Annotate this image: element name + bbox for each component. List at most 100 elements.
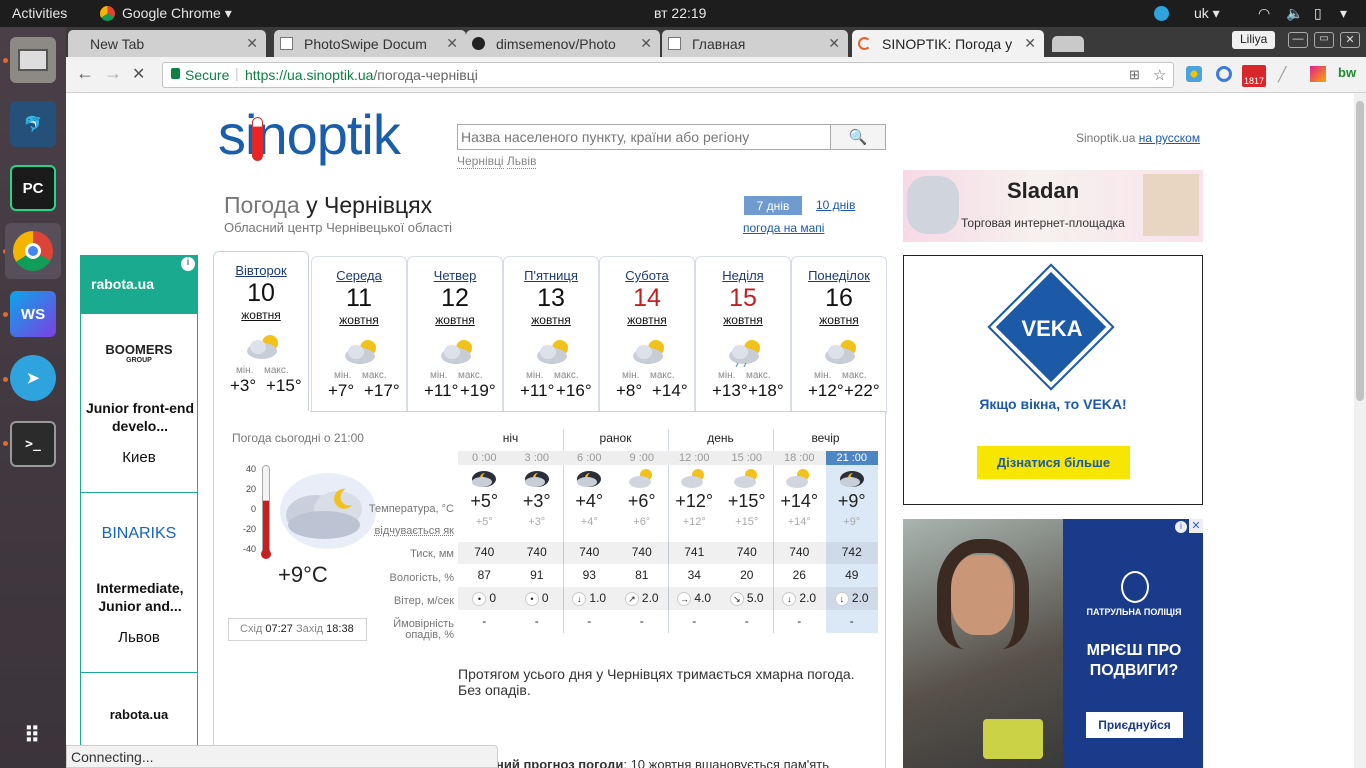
window-close-button[interactable]: ✕ [1340, 32, 1360, 48]
telegram-launcher-icon[interactable]: ➤ [10, 355, 56, 401]
job2-title[interactable]: Intermediate, Junior and... [85, 579, 195, 615]
close-icon[interactable]: ✕ [446, 35, 458, 52]
address-bar[interactable]: Secure | https://ua.sinoptik.ua/погода-ч… [162, 62, 1174, 88]
cloud-sun-icon [733, 469, 757, 488]
battery-icon[interactable]: ▯ [1314, 5, 1322, 22]
power-menu-icon[interactable]: ▾ [1340, 5, 1347, 22]
hour-pressure: 742 [841, 545, 862, 559]
wind-direction-icon: ↗ [624, 592, 639, 606]
running-indicator [3, 312, 8, 317]
tab-new-tab[interactable]: New Tab ✕ [68, 30, 266, 57]
binariks-logo: BINARIKS [81, 525, 197, 543]
profile-badge[interactable]: Liliya [1232, 31, 1276, 49]
sunrise-time: 07:27 [265, 623, 293, 635]
app-menu[interactable]: Google Chrome ▾ [122, 5, 232, 22]
scale-tick: -20 [242, 524, 256, 534]
bookmark-star-icon[interactable]: ☆ [1153, 66, 1166, 84]
webstorm-icon[interactable]: WS [10, 291, 56, 337]
wind-speed: 1.0 [589, 591, 607, 605]
humidity-label: Вологість, % [389, 572, 455, 584]
hour-label: 3 :00 [524, 452, 549, 464]
translate-icon[interactable]: ⊞ [1129, 67, 1140, 83]
day-tab-1[interactable]: Вівторок 10 жовтня мін. макс. +3° +15° [213, 251, 309, 415]
bottom-teaser: ний прогноз погоди: 10 жовтня вшановуєть… [496, 757, 829, 768]
hour-precip: - [534, 614, 539, 628]
veka-ad[interactable]: VEKA Якщо вікна, то VEKA! Дізнатися біль… [903, 255, 1203, 505]
files-app-icon[interactable] [10, 37, 56, 83]
rabota-ad[interactable]: rabota.ua i BOOMERS GROUP Junior front-en… [80, 255, 198, 768]
tab-glavnaya[interactable]: Главная ✕ [662, 30, 848, 57]
min-label: мін. [334, 370, 352, 381]
browser-toolbar: ← → ✕ Secure | https://ua.sinoptik.ua/по… [66, 57, 1366, 93]
extension-icon[interactable] [1310, 66, 1326, 82]
wind-direction-icon: • [524, 592, 539, 606]
chrome-launcher-icon[interactable] [5, 223, 61, 279]
minimize-button[interactable]: — [1288, 32, 1308, 48]
precip-label-2: опадів, % [405, 629, 454, 641]
ad-info-icon[interactable]: i [181, 257, 195, 271]
day-month: жовтня [241, 308, 281, 322]
pen-extension-icon[interactable]: ╱ [1278, 66, 1296, 82]
clock[interactable]: вт 22:19 [654, 5, 706, 21]
close-icon[interactable]: ✕ [640, 35, 652, 52]
tab-strip: New Tab ✕ PhotoSwipe Docum ✕ dimsemenov/Ph… [66, 27, 1366, 57]
mail-extension-icon[interactable]: 1817 [1242, 65, 1266, 87]
rabota-logo-text: rabota.ua [91, 276, 155, 292]
wifi-icon[interactable]: ◠ [1258, 5, 1270, 22]
pycharm-icon[interactable]: PC [10, 165, 56, 211]
close-icon[interactable]: ✕ [828, 35, 840, 52]
feels-like-label[interactable]: відчувається як [375, 525, 454, 537]
current-weather-caption: Погода сьогодні о 21:00 [232, 431, 364, 445]
language-indicator[interactable]: uk ▾ [1194, 5, 1220, 22]
tab-sinoptik[interactable]: SINOPTIK: Погода у ✕ [852, 30, 1044, 57]
new-tab-button[interactable] [1052, 36, 1084, 52]
thermometer-icon [262, 465, 270, 557]
web-page: sinoptik Назва населеного пункту, країни… [66, 93, 1354, 768]
police-ad[interactable]: i ✕ ПАТРУЛЬНА ПОЛІЦІЯ МРІЄШ ПРО ПОДВИГИ?… [903, 519, 1203, 768]
cloud-sun-icon [786, 469, 809, 488]
russian-version-link[interactable]: на русском [1139, 131, 1200, 145]
forward-button[interactable]: → [104, 63, 122, 84]
document-icon [280, 37, 293, 50]
hour-label: 6 :00 [577, 452, 602, 464]
extension-icon[interactable] [1216, 66, 1232, 82]
stop-loading-button[interactable]: ✕ [132, 64, 145, 84]
police-join-button[interactable]: Приєднуйся [1086, 712, 1183, 738]
rabota-logo: rabota.ua [81, 256, 197, 314]
hour-wind: ↓ 2.0 [773, 591, 826, 606]
volume-icon[interactable]: 🔈 [1286, 5, 1303, 22]
activities-button[interactable]: Activities [12, 5, 67, 21]
close-icon[interactable]: ✕ [246, 35, 258, 52]
hour-label: 18 :00 [783, 452, 815, 464]
page-scrollbar[interactable] [1354, 93, 1366, 768]
hour-pressure: 740 [579, 545, 600, 559]
job1-city: Киев [122, 449, 156, 466]
running-indicator [3, 58, 8, 63]
veka-logo: VEKA [1021, 316, 1083, 341]
telegram-tray-icon[interactable] [1154, 6, 1169, 21]
sladan-ad[interactable]: Sladan Торговая интернет-площадка [903, 170, 1203, 242]
hour-feels-like: +4° [580, 516, 598, 528]
tab-github[interactable]: dimsemenov/Photo ✕ [466, 30, 660, 57]
launcher-dock: 🐬 PC WS ➤ >_ ⠿ [0, 27, 66, 768]
job2-company: BINARIKS [101, 525, 177, 542]
extension-icon[interactable]: bw [1338, 65, 1356, 80]
back-button[interactable]: ← [76, 63, 94, 84]
ad-close-icon[interactable]: ✕ [1189, 519, 1203, 533]
period-header: вечір [811, 431, 840, 445]
ad-info-icon[interactable]: i [1175, 521, 1187, 533]
show-apps-icon[interactable]: ⠿ [10, 713, 56, 759]
rabota-footer-text: rabota.ua [109, 707, 169, 722]
close-icon[interactable]: ✕ [1024, 35, 1036, 52]
mysql-workbench-icon[interactable]: 🐬 [10, 101, 56, 147]
maximize-button[interactable]: ▭ [1314, 32, 1334, 48]
min-label: мін. [236, 365, 254, 376]
extension-icon[interactable] [1186, 66, 1202, 82]
chrome-app-icon [100, 6, 115, 21]
terminal-icon[interactable]: >_ [10, 421, 56, 467]
tab-photoswipe[interactable]: PhotoSwipe Docum ✕ [274, 30, 466, 57]
hour-precip: - [482, 614, 487, 628]
scrollbar-thumb[interactable] [1356, 101, 1364, 401]
veka-cta-button[interactable]: Дізнатися більше [977, 446, 1130, 479]
job1-title[interactable]: Junior front-end develo... [85, 399, 195, 435]
